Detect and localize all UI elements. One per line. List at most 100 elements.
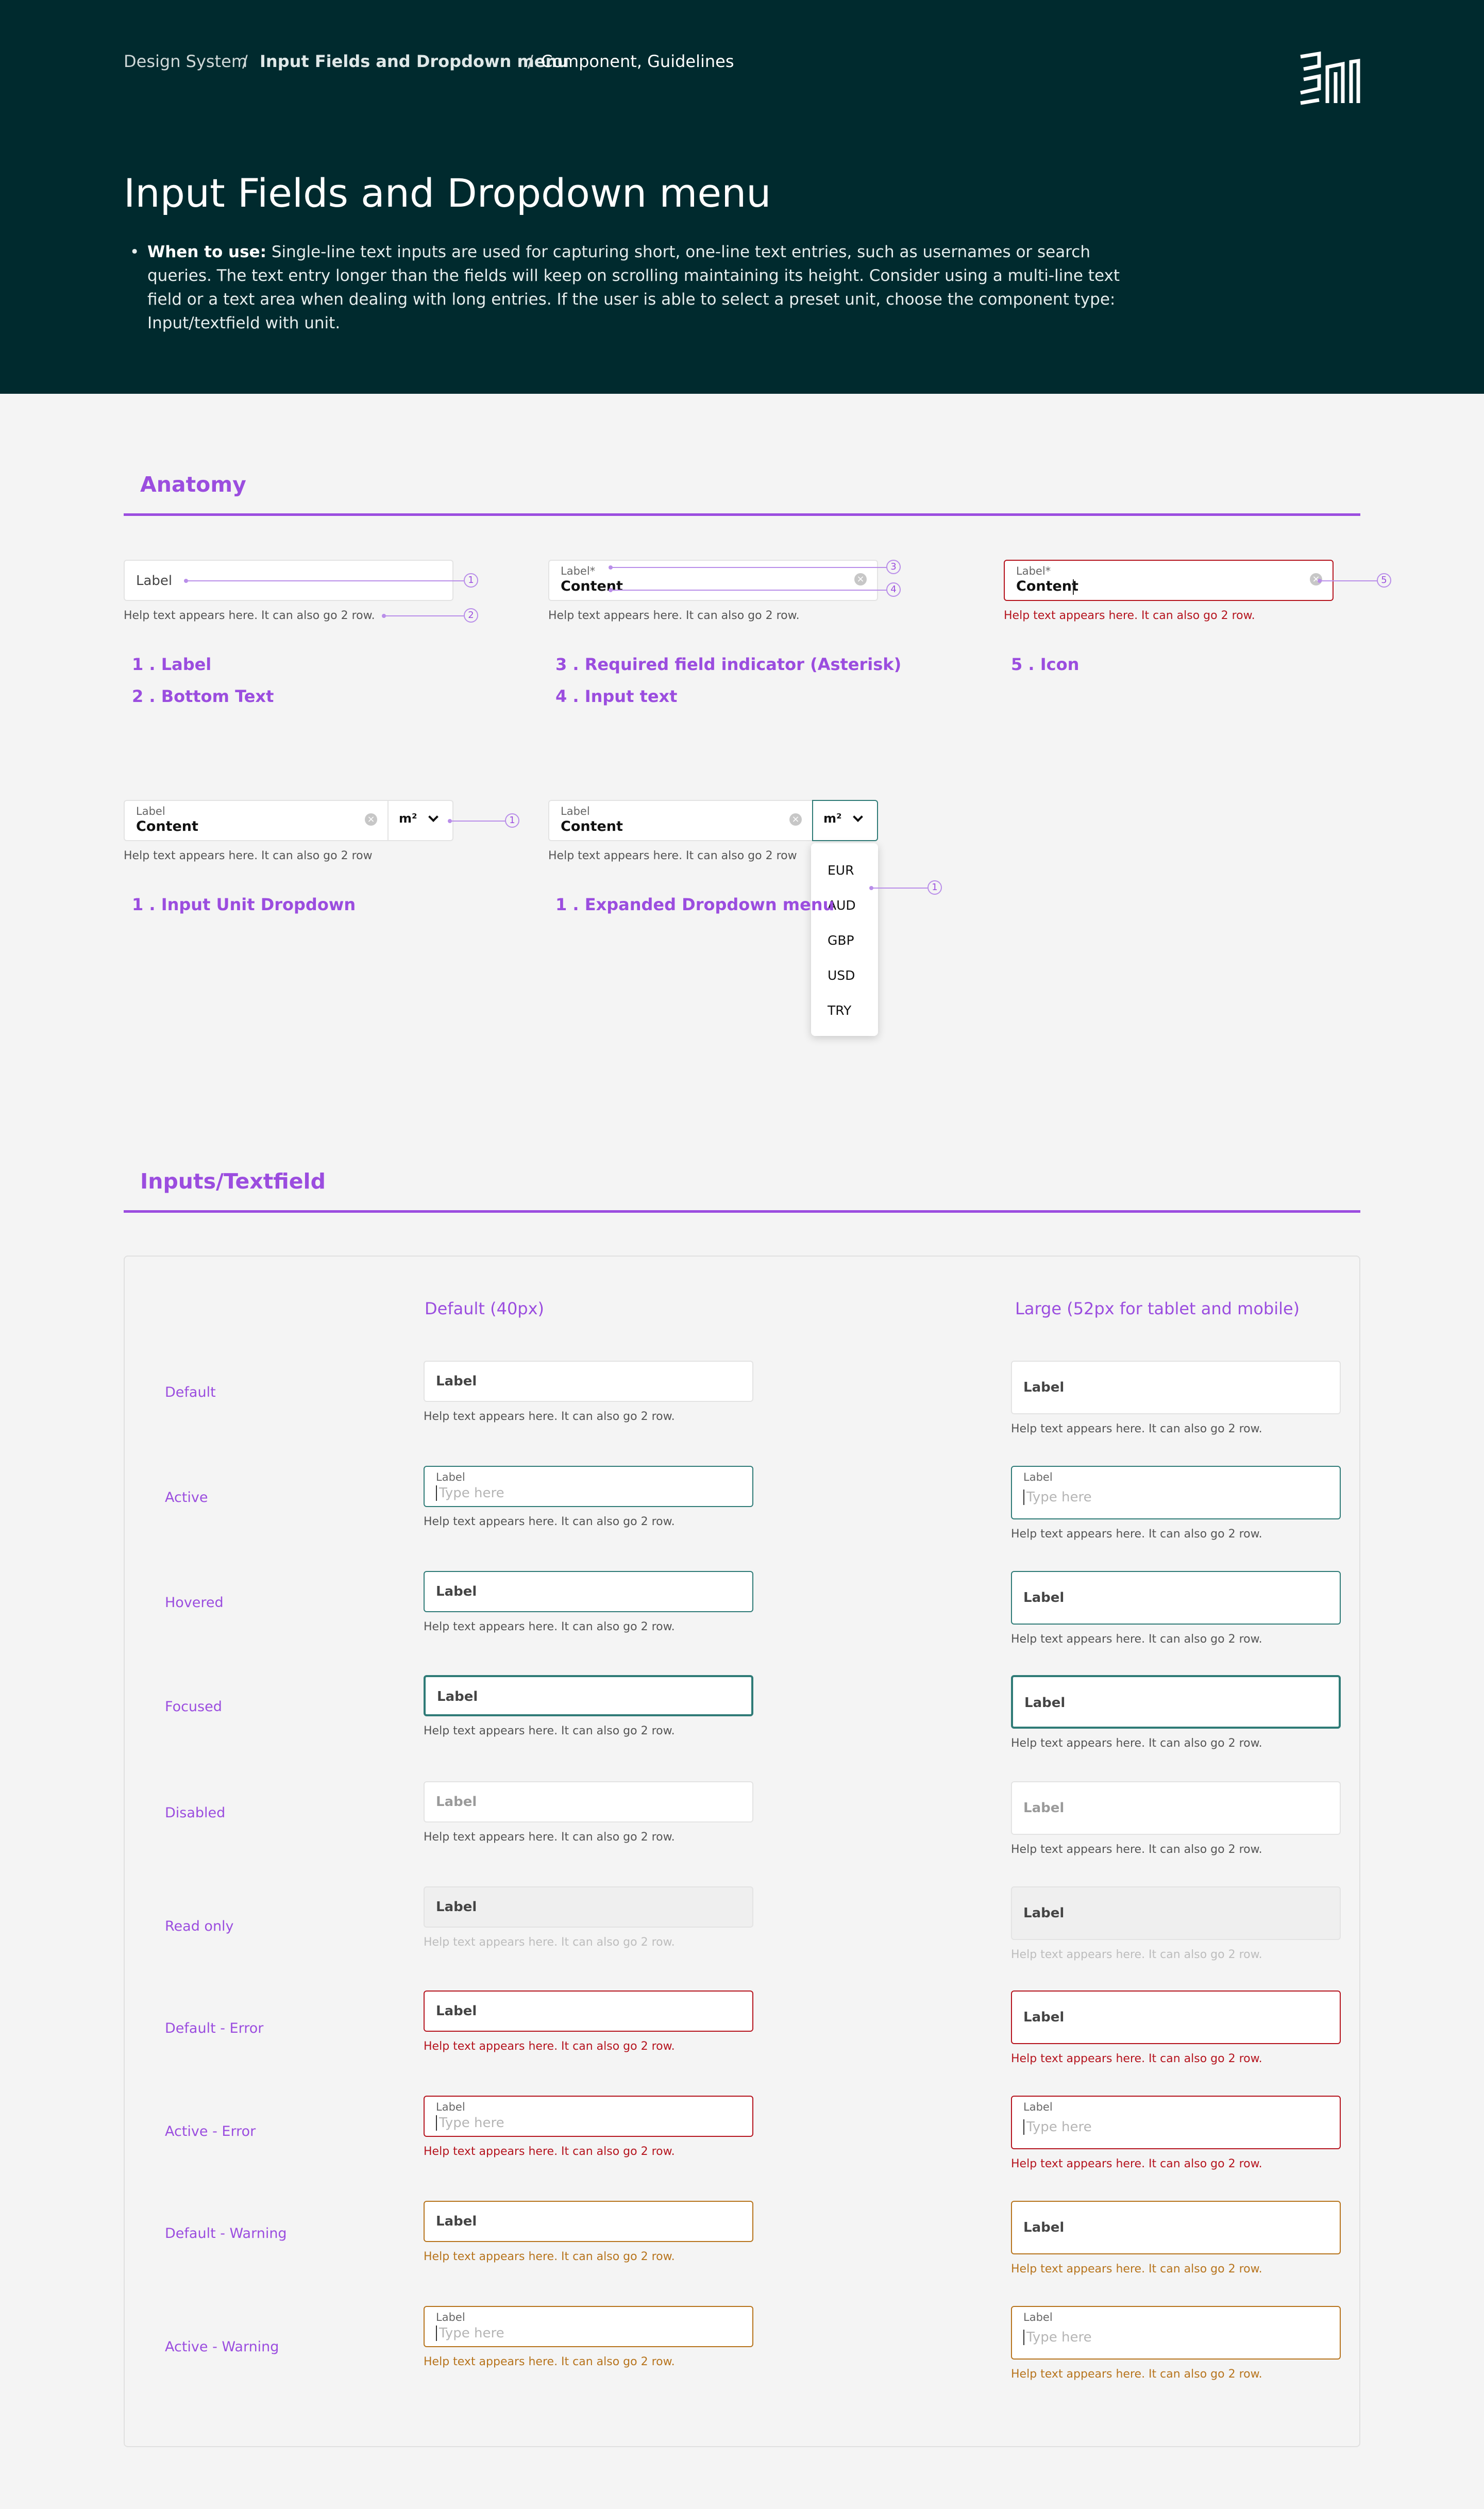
section-title-anatomy: Anatomy [140,472,246,497]
unit-value: m² [399,811,417,826]
clear-icon[interactable]: × [789,813,802,826]
state-label: Default - Error [165,2020,264,2036]
callout-marker-4: 4 [886,582,901,597]
unit-value: m² [823,811,842,826]
textfield-default-default[interactable]: Label [424,1361,753,1402]
textfield-error-default[interactable]: Label [424,1991,753,2032]
input-label: Label [436,1584,477,1599]
help-text: Help text appears here. It can also go 2… [424,2145,675,2158]
input-label: Label [1023,1905,1065,1921]
textfield-warning-large[interactable]: Label [1011,2201,1341,2254]
callout-leader [869,886,927,890]
clear-icon[interactable]: × [854,573,867,586]
help-text: Help text appears here. It can also go 2… [1011,2052,1262,2065]
dropdown-option[interactable]: GBP [828,933,854,948]
help-text-error: Help text appears here. It can also go 2… [1004,609,1255,622]
textfield-error-large[interactable]: Label [1011,1991,1341,2044]
chevron-down-icon [428,812,439,822]
text-caret [1023,2330,1024,2345]
breadcrumb-separator: / [242,52,248,71]
textfield-disabled-default[interactable]: Label [424,1781,753,1822]
textfield-active-warning-large[interactable]: Label Type here [1011,2306,1341,2360]
bullet: • [130,243,140,261]
clear-icon[interactable]: × [365,813,377,826]
state-label: Default - Warning [165,2226,287,2242]
help-text: Help text appears here. It can also go 2… [548,609,800,622]
dropdown-option[interactable]: EUR [828,863,854,878]
input-label: Label [1023,1590,1065,1605]
input-label: Label [437,1689,478,1704]
textfield-disabled-large[interactable]: Label [1011,1781,1341,1835]
help-text: Help text appears here. It can also go 2… [424,1831,675,1844]
input-label: Label [436,1794,477,1810]
help-text: Help text appears here. It can also go 2… [1011,1528,1262,1541]
breadcrumb-current[interactable]: Input Fields and Dropdown menu [260,52,569,71]
input-label: Label [1024,1695,1066,1711]
text-caret [436,2326,437,2341]
unit-input-expanded[interactable]: Label Content × [548,800,813,841]
textfield-active-warning-default[interactable]: Label Type here [424,2306,753,2347]
callout-marker-1: 1 [505,813,519,828]
input-placeholder: Type here [1026,2119,1092,2135]
legend-expanded-dropdown: 1 . Expanded Dropdown menu [555,895,835,914]
anatomy-input-required[interactable]: Label* Content × [548,560,878,601]
help-text: Help text appears here. It can also go 2… [124,849,373,862]
help-text: Help text appears here. It can also go 2… [424,1410,675,1423]
input-label: Label [136,573,173,589]
textfield-readonly-large[interactable]: Label [1011,1886,1341,1940]
help-text: Help text appears here. It can also go 2… [424,2040,675,2053]
help-text: Help text appears here. It can also go 2… [424,1725,675,1737]
input-placeholder: Type here [439,2115,504,2131]
help-text: Help text appears here. It can also go 2… [1011,1843,1262,1856]
column-header-large: Large (52px for tablet and mobile) [1015,1299,1300,1318]
help-text: Help text appears here. It can also go 2… [124,609,375,622]
breadcrumb-tail: Component, Guidelines [541,52,734,71]
textfield-focused-default[interactable]: Label [424,1675,753,1716]
unit-input[interactable]: Label Content × [124,800,389,841]
legend-unit-dropdown: 1 . Input Unit Dropdown [132,895,356,914]
text-caret [1023,1490,1024,1505]
dropdown-option[interactable]: TRY [828,1003,851,1018]
description-text: Single-line text inputs are used for cap… [147,243,1120,332]
input-label: Label [1023,1380,1065,1395]
input-label: Label [1023,1800,1065,1816]
page-title: Input Fields and Dropdown menu [124,170,771,216]
textfield-warning-default[interactable]: Label [424,2201,753,2242]
callout-leader [448,819,506,823]
textfield-default-large[interactable]: Label [1011,1361,1341,1414]
text-caret [1023,2119,1024,2135]
text-caret [436,2115,437,2131]
textfield-active-error-default[interactable]: Label Type here [424,2096,753,2137]
textfield-readonly-default[interactable]: Label [424,1886,753,1928]
callout-marker-2: 2 [464,608,478,623]
breadcrumb-root[interactable]: Design System [124,52,247,71]
page-description: • When to use: Single-line text inputs a… [124,240,1134,335]
unit-dropdown[interactable]: m² [387,800,453,841]
text-caret [436,1485,437,1501]
breadcrumb-separator: / [528,52,533,71]
textfield-active-error-large[interactable]: Label Type here [1011,2096,1341,2149]
help-text: Help text appears here. It can also go 2… [1011,2263,1262,2276]
input-label: Label [436,2101,465,2113]
legend-label: 1 . Label [132,655,212,674]
section-divider [124,513,1360,516]
textfield-focused-large[interactable]: Label [1011,1675,1341,1729]
section-divider [124,1210,1360,1213]
anatomy-input-error[interactable]: Label* Content × [1004,560,1334,601]
input-placeholder: Type here [1026,1490,1092,1505]
textfield-hovered-large[interactable]: Label [1011,1571,1341,1625]
help-text: Help text appears here. It can also go 2… [548,849,797,862]
textfield-active-large[interactable]: Label Type here [1011,1466,1341,1519]
state-label: Disabled [165,1805,226,1821]
input-content: Content [1016,578,1078,594]
input-placeholder: Type here [1026,2330,1092,2345]
legend-icon: 5 . Icon [1011,655,1080,674]
textfield-hovered-default[interactable]: Label [424,1571,753,1612]
dropdown-menu: EUR AUD GBP USD TRY [811,843,878,1036]
help-text: Help text appears here. It can also go 2… [424,2250,675,2263]
unit-dropdown-open[interactable]: m² [812,800,878,841]
help-text: Help text appears here. It can also go 2… [1011,1423,1262,1435]
callout-marker-1: 1 [927,880,942,895]
textfield-active-default[interactable]: Label Type here [424,1466,753,1507]
dropdown-option[interactable]: USD [828,968,855,983]
